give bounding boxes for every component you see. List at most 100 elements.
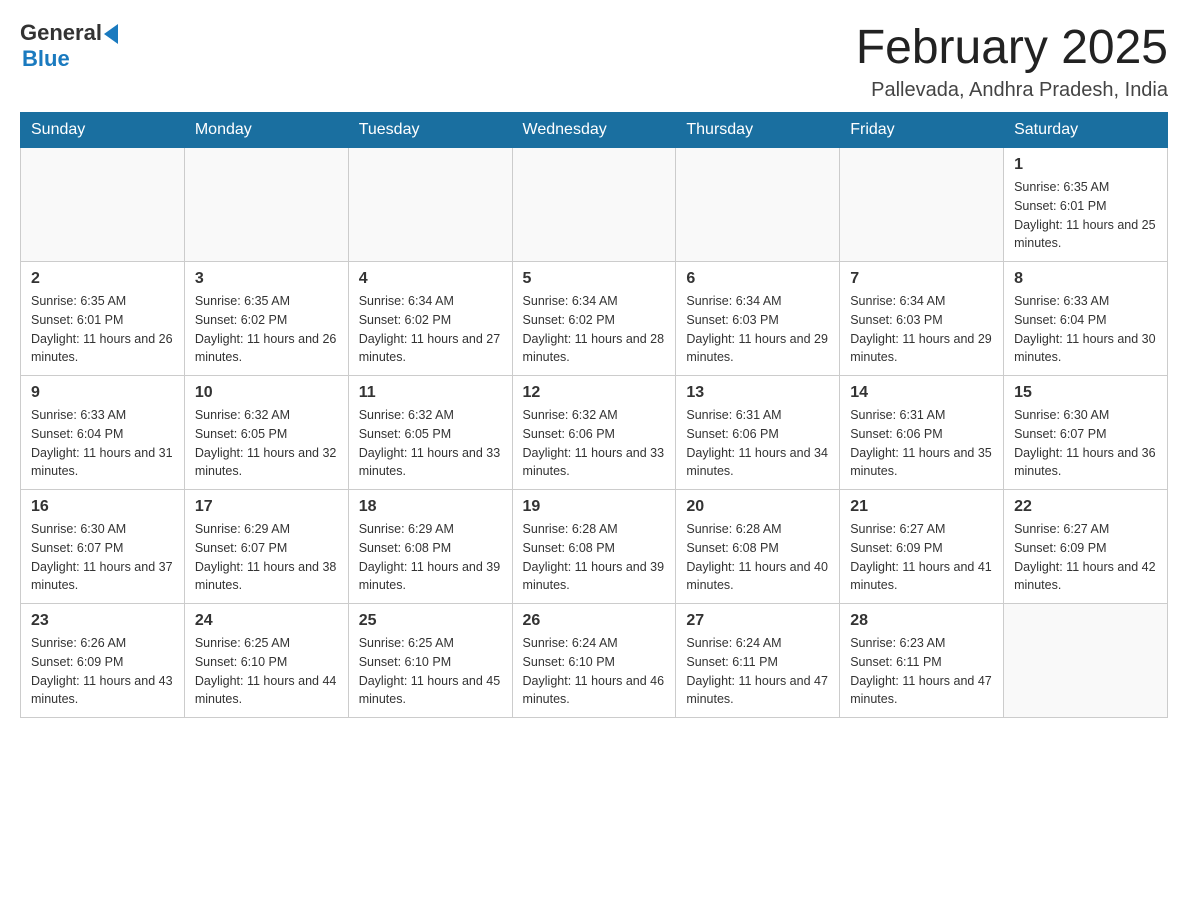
calendar-cell: 28 Sunrise: 6:23 AMSunset: 6:11 PMDayligh…: [840, 604, 1004, 718]
day-number: 4: [359, 270, 502, 288]
calendar-cell: 9 Sunrise: 6:33 AMSunset: 6:04 PMDaylight…: [21, 376, 185, 490]
day-info: Sunrise: 6:24 AMSunset: 6:10 PMDaylight:…: [523, 634, 666, 709]
day-info: Sunrise: 6:31 AMSunset: 6:06 PMDaylight:…: [686, 406, 829, 481]
day-number: 16: [31, 498, 174, 516]
day-info: Sunrise: 6:24 AMSunset: 6:11 PMDaylight:…: [686, 634, 829, 709]
calendar-cell: 20 Sunrise: 6:28 AMSunset: 6:08 PMDayligh…: [676, 490, 840, 604]
day-number: 9: [31, 384, 174, 402]
day-info: Sunrise: 6:33 AMSunset: 6:04 PMDaylight:…: [1014, 292, 1157, 367]
day-number: 18: [359, 498, 502, 516]
logo-blue-text: Blue: [22, 46, 70, 72]
day-info: Sunrise: 6:34 AMSunset: 6:02 PMDaylight:…: [359, 292, 502, 367]
day-number: 27: [686, 612, 829, 630]
day-number: 1: [1014, 156, 1157, 174]
calendar-cell: 3 Sunrise: 6:35 AMSunset: 6:02 PMDaylight…: [184, 262, 348, 376]
day-info: Sunrise: 6:35 AMSunset: 6:02 PMDaylight:…: [195, 292, 338, 367]
day-number: 14: [850, 384, 993, 402]
day-number: 21: [850, 498, 993, 516]
calendar-cell: 2Sunrise: 6:35 AMSunset: 6:01 PMDaylight…: [21, 262, 185, 376]
day-info: Sunrise: 6:28 AMSunset: 6:08 PMDaylight:…: [686, 520, 829, 595]
week-row-2: 9 Sunrise: 6:33 AMSunset: 6:04 PMDaylight…: [21, 376, 1168, 490]
day-number: 19: [523, 498, 666, 516]
calendar-cell: [348, 148, 512, 262]
day-info: Sunrise: 6:29 AMSunset: 6:07 PMDaylight:…: [195, 520, 338, 595]
calendar-cell: 21 Sunrise: 6:27 AMSunset: 6:09 PMDayligh…: [840, 490, 1004, 604]
day-info: Sunrise: 6:35 AMSunset: 6:01 PMDaylight:…: [31, 292, 174, 367]
day-number: 12: [523, 384, 666, 402]
day-info: Sunrise: 6:32 AMSunset: 6:05 PMDaylight:…: [359, 406, 502, 481]
header-day-friday: Friday: [840, 113, 1004, 148]
calendar-cell: 25Sunrise: 6:25 AMSunset: 6:10 PMDayligh…: [348, 604, 512, 718]
month-title: February 2025: [856, 20, 1168, 75]
day-info: Sunrise: 6:34 AMSunset: 6:03 PMDaylight:…: [850, 292, 993, 367]
header-day-tuesday: Tuesday: [348, 113, 512, 148]
calendar-cell: 26Sunrise: 6:24 AMSunset: 6:10 PMDayligh…: [512, 604, 676, 718]
calendar-cell: 14 Sunrise: 6:31 AMSunset: 6:06 PMDayligh…: [840, 376, 1004, 490]
calendar-cell: 11 Sunrise: 6:32 AMSunset: 6:05 PMDayligh…: [348, 376, 512, 490]
week-row-3: 16 Sunrise: 6:30 AMSunset: 6:07 PMDayligh…: [21, 490, 1168, 604]
calendar-cell: 18 Sunrise: 6:29 AMSunset: 6:08 PMDayligh…: [348, 490, 512, 604]
calendar-cell: 16 Sunrise: 6:30 AMSunset: 6:07 PMDayligh…: [21, 490, 185, 604]
day-info: Sunrise: 6:34 AMSunset: 6:02 PMDaylight:…: [523, 292, 666, 367]
day-number: 25: [359, 612, 502, 630]
logo-general-text: General: [20, 20, 102, 46]
calendar-cell: [512, 148, 676, 262]
calendar-cell: 7 Sunrise: 6:34 AMSunset: 6:03 PMDaylight…: [840, 262, 1004, 376]
day-info: Sunrise: 6:32 AMSunset: 6:06 PMDaylight:…: [523, 406, 666, 481]
day-number: 17: [195, 498, 338, 516]
calendar-cell: [184, 148, 348, 262]
day-info: Sunrise: 6:26 AMSunset: 6:09 PMDaylight:…: [31, 634, 174, 709]
header-day-sunday: Sunday: [21, 113, 185, 148]
day-number: 3: [195, 270, 338, 288]
calendar-cell: 23 Sunrise: 6:26 AMSunset: 6:09 PMDayligh…: [21, 604, 185, 718]
calendar-cell: [1004, 604, 1168, 718]
calendar-cell: 19 Sunrise: 6:28 AMSunset: 6:08 PMDayligh…: [512, 490, 676, 604]
day-number: 10: [195, 384, 338, 402]
day-info: Sunrise: 6:33 AMSunset: 6:04 PMDaylight:…: [31, 406, 174, 481]
day-info: Sunrise: 6:25 AMSunset: 6:10 PMDaylight:…: [195, 634, 338, 709]
day-info: Sunrise: 6:23 AMSunset: 6:11 PMDaylight:…: [850, 634, 993, 709]
day-number: 28: [850, 612, 993, 630]
day-number: 22: [1014, 498, 1157, 516]
calendar-cell: 17 Sunrise: 6:29 AMSunset: 6:07 PMDayligh…: [184, 490, 348, 604]
header-day-saturday: Saturday: [1004, 113, 1168, 148]
day-number: 5: [523, 270, 666, 288]
logo: General Blue: [20, 20, 118, 72]
day-number: 23: [31, 612, 174, 630]
calendar-cell: 13 Sunrise: 6:31 AMSunset: 6:06 PMDayligh…: [676, 376, 840, 490]
day-info: Sunrise: 6:31 AMSunset: 6:06 PMDaylight:…: [850, 406, 993, 481]
calendar-table: SundayMondayTuesdayWednesdayThursdayFrid…: [20, 112, 1168, 718]
day-number: 13: [686, 384, 829, 402]
day-info: Sunrise: 6:29 AMSunset: 6:08 PMDaylight:…: [359, 520, 502, 595]
calendar-cell: 5 Sunrise: 6:34 AMSunset: 6:02 PMDaylight…: [512, 262, 676, 376]
day-number: 7: [850, 270, 993, 288]
day-number: 8: [1014, 270, 1157, 288]
day-info: Sunrise: 6:28 AMSunset: 6:08 PMDaylight:…: [523, 520, 666, 595]
day-number: 20: [686, 498, 829, 516]
header-row: SundayMondayTuesdayWednesdayThursdayFrid…: [21, 113, 1168, 148]
calendar-cell: 12 Sunrise: 6:32 AMSunset: 6:06 PMDayligh…: [512, 376, 676, 490]
calendar-cell: 1 Sunrise: 6:35 AMSunset: 6:01 PMDaylight…: [1004, 148, 1168, 262]
day-info: Sunrise: 6:32 AMSunset: 6:05 PMDaylight:…: [195, 406, 338, 481]
day-info: Sunrise: 6:27 AMSunset: 6:09 PMDaylight:…: [1014, 520, 1157, 595]
week-row-1: 2Sunrise: 6:35 AMSunset: 6:01 PMDaylight…: [21, 262, 1168, 376]
day-number: 11: [359, 384, 502, 402]
week-row-4: 23 Sunrise: 6:26 AMSunset: 6:09 PMDayligh…: [21, 604, 1168, 718]
calendar-cell: 15Sunrise: 6:30 AMSunset: 6:07 PMDayligh…: [1004, 376, 1168, 490]
day-info: Sunrise: 6:35 AMSunset: 6:01 PMDaylight:…: [1014, 178, 1157, 253]
location-title: Pallevada, Andhra Pradesh, India: [856, 79, 1168, 102]
day-number: 24: [195, 612, 338, 630]
calendar-header: SundayMondayTuesdayWednesdayThursdayFrid…: [21, 113, 1168, 148]
calendar-cell: 6Sunrise: 6:34 AMSunset: 6:03 PMDaylight…: [676, 262, 840, 376]
page-header: General Blue February 2025 Pallevada, An…: [20, 20, 1168, 102]
calendar-cell: 4 Sunrise: 6:34 AMSunset: 6:02 PMDaylight…: [348, 262, 512, 376]
calendar-cell: 10 Sunrise: 6:32 AMSunset: 6:05 PMDayligh…: [184, 376, 348, 490]
calendar-cell: [21, 148, 185, 262]
calendar-cell: 22 Sunrise: 6:27 AMSunset: 6:09 PMDayligh…: [1004, 490, 1168, 604]
day-info: Sunrise: 6:27 AMSunset: 6:09 PMDaylight:…: [850, 520, 993, 595]
calendar-body: 1 Sunrise: 6:35 AMSunset: 6:01 PMDaylight…: [21, 148, 1168, 718]
calendar-cell: 8 Sunrise: 6:33 AMSunset: 6:04 PMDaylight…: [1004, 262, 1168, 376]
day-info: Sunrise: 6:30 AMSunset: 6:07 PMDaylight:…: [31, 520, 174, 595]
day-info: Sunrise: 6:34 AMSunset: 6:03 PMDaylight:…: [686, 292, 829, 367]
calendar-cell: 27 Sunrise: 6:24 AMSunset: 6:11 PMDayligh…: [676, 604, 840, 718]
